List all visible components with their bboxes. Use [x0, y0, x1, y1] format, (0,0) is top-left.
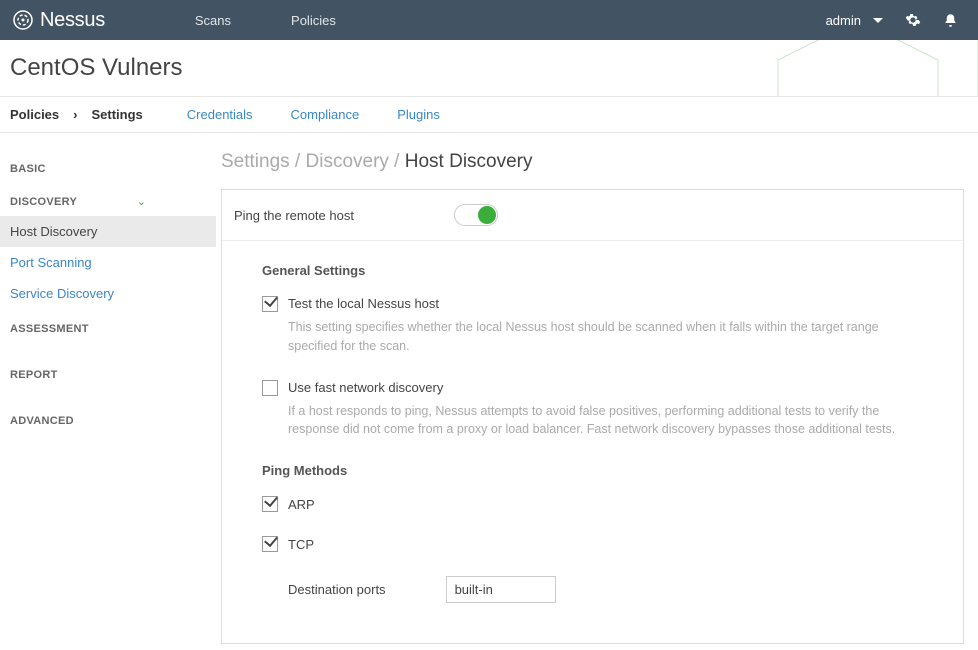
fast-net-desc: If a host responds to ping, Nessus attem…: [288, 402, 923, 440]
panel-body: General Settings Test the local Nessus h…: [222, 240, 963, 643]
user-label: admin: [826, 13, 861, 28]
tcp-row: TCP: [262, 536, 923, 552]
fast-net-row: Use fast network discovery: [262, 380, 923, 396]
bell-icon[interactable]: [943, 13, 958, 28]
arp-label: ARP: [288, 497, 315, 512]
bc-host-discovery: Host Discovery: [405, 151, 533, 172]
ping-remote-toggle[interactable]: [454, 204, 498, 226]
general-settings-title: General Settings: [262, 263, 923, 278]
sidebar-discovery-items: Host Discovery Port Scanning Service Dis…: [0, 216, 216, 309]
sidebar-section-advanced[interactable]: ADVANCED: [10, 415, 206, 427]
sidebar-section-assessment[interactable]: ASSESSMENT: [10, 323, 206, 335]
caret-down-icon: [873, 18, 883, 23]
test-local-label: Test the local Nessus host: [288, 296, 439, 311]
sidebar: BASIC DISCOVERY ⌄ Host Discovery Port Sc…: [0, 133, 207, 648]
sidebar-item-port-scanning[interactable]: Port Scanning: [0, 247, 216, 278]
page-header: CentOS Vulners: [0, 40, 978, 97]
bc-settings[interactable]: Settings: [221, 151, 290, 172]
dest-ports-label: Destination ports: [288, 582, 386, 597]
top-nav: Scans Policies: [195, 13, 336, 28]
brand-logo[interactable]: Nessus: [12, 9, 105, 32]
arp-row: ARP: [262, 496, 923, 512]
breadcrumb-policies[interactable]: Policies: [10, 107, 59, 122]
chevron-down-icon: ⌄: [137, 195, 146, 208]
fast-net-label: Use fast network discovery: [288, 380, 443, 395]
ping-remote-row: Ping the remote host: [222, 190, 963, 240]
tab-bar: Policies › Settings Credentials Complian…: [0, 97, 978, 133]
tab-credentials[interactable]: Credentials: [187, 107, 253, 122]
toggle-knob-icon: [478, 206, 496, 224]
content-breadcrumb: Settings / Discovery / Host Discovery: [221, 151, 964, 173]
top-right: admin: [826, 12, 958, 28]
chevron-right-icon: ›: [73, 107, 77, 122]
test-local-desc: This setting specifies whether the local…: [288, 318, 923, 356]
nessus-logo-icon: [12, 9, 34, 31]
sidebar-item-service-discovery[interactable]: Service Discovery: [0, 278, 216, 309]
nav-scans[interactable]: Scans: [195, 13, 231, 28]
fast-net-checkbox[interactable]: [262, 380, 278, 396]
main-area: BASIC DISCOVERY ⌄ Host Discovery Port Sc…: [0, 133, 978, 648]
test-local-checkbox[interactable]: [262, 296, 278, 312]
settings-panel: Ping the remote host General Settings Te…: [221, 189, 964, 644]
arp-checkbox[interactable]: [262, 496, 278, 512]
sidebar-item-host-discovery[interactable]: Host Discovery: [0, 216, 216, 247]
top-bar: Nessus Scans Policies admin: [0, 0, 978, 40]
breadcrumb-settings[interactable]: Settings: [91, 107, 142, 122]
ping-methods-title: Ping Methods: [262, 463, 923, 478]
sidebar-discovery-label: DISCOVERY: [10, 196, 77, 208]
gear-icon[interactable]: [905, 12, 921, 28]
tcp-label: TCP: [288, 537, 314, 552]
sidebar-section-report[interactable]: REPORT: [10, 369, 206, 381]
user-menu[interactable]: admin: [826, 13, 883, 28]
sidebar-section-discovery[interactable]: DISCOVERY ⌄: [10, 195, 206, 208]
sidebar-section-basic[interactable]: BASIC: [10, 163, 206, 175]
tab-plugins[interactable]: Plugins: [397, 107, 440, 122]
brand-text: Nessus: [40, 9, 105, 32]
tcp-checkbox[interactable]: [262, 536, 278, 552]
page-title: CentOS Vulners: [10, 54, 968, 82]
ping-remote-label: Ping the remote host: [234, 208, 354, 223]
content-area: Settings / Discovery / Host Discovery Pi…: [207, 133, 978, 648]
nav-policies[interactable]: Policies: [291, 13, 336, 28]
dest-ports-row: Destination ports: [288, 576, 923, 603]
test-local-row: Test the local Nessus host: [262, 296, 923, 312]
tab-compliance[interactable]: Compliance: [291, 107, 360, 122]
dest-ports-input[interactable]: [446, 576, 556, 603]
bc-discovery[interactable]: Discovery: [306, 151, 389, 172]
